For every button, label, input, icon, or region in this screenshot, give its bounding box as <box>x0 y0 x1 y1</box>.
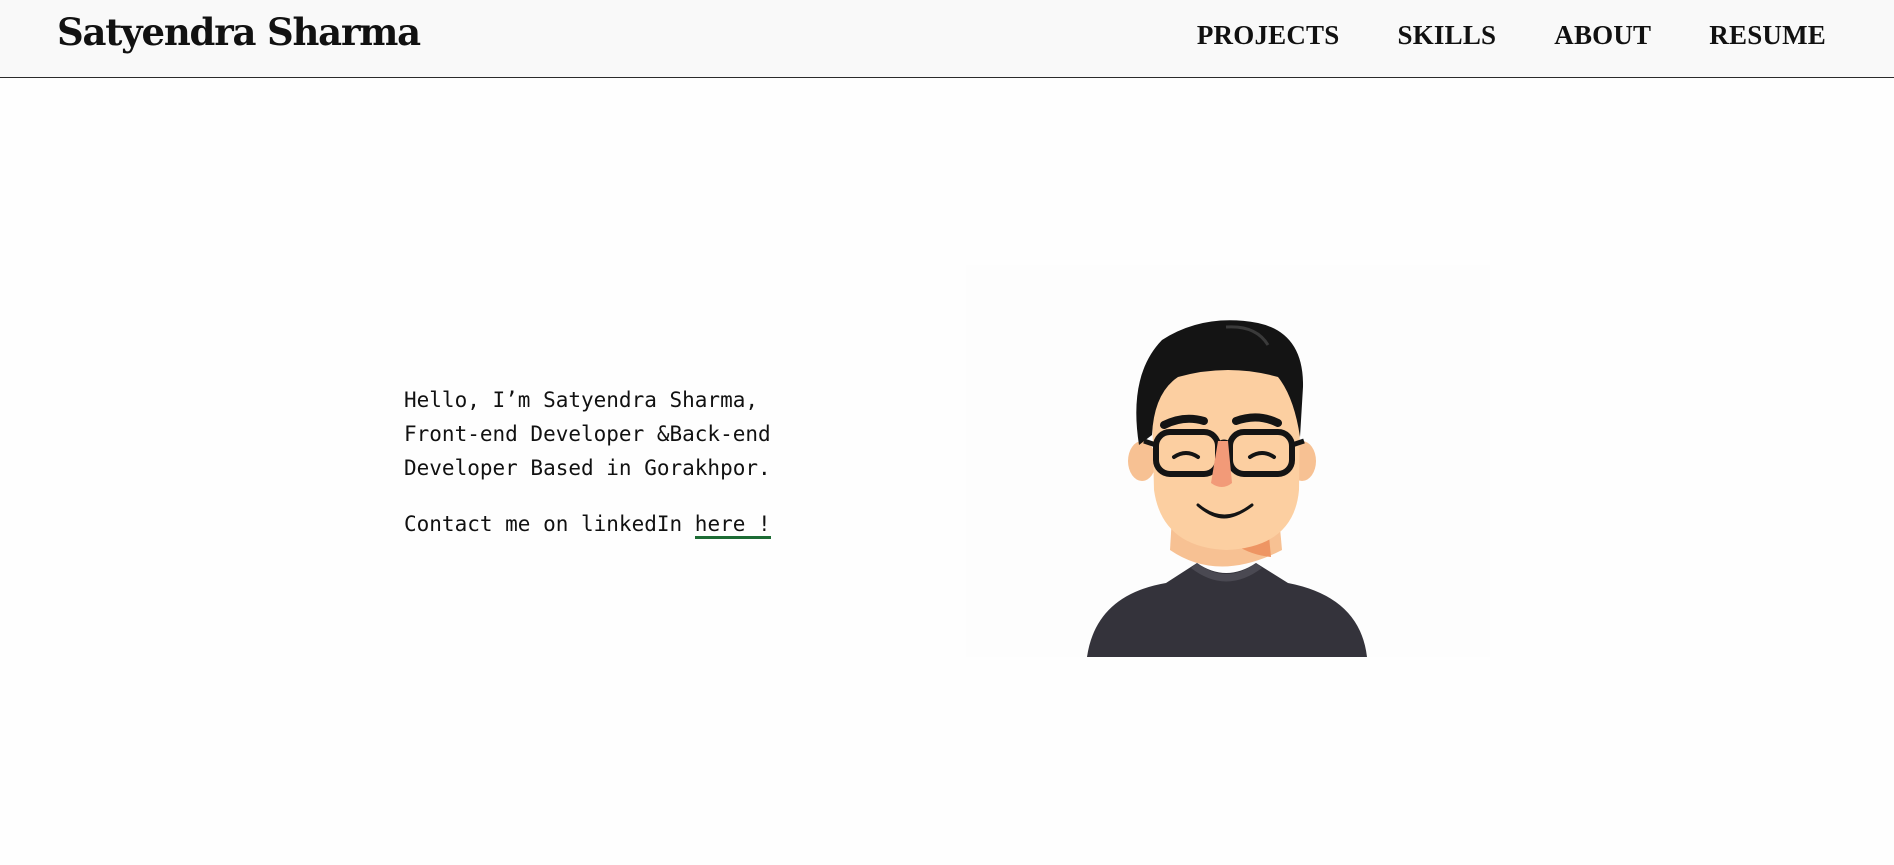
contact-prefix: Contact me on linkedIn <box>404 512 695 536</box>
intro-line: Front-end Developer &Back-end <box>404 422 771 446</box>
brand-name[interactable]: Satyendra Sharma <box>57 10 421 54</box>
nav-resume[interactable]: RESUME <box>1709 20 1826 51</box>
contact-text: Contact me on linkedIn here ! <box>404 507 824 541</box>
intro-line: Hello, I’m Satyendra Sharma, <box>404 388 759 412</box>
nav-skills[interactable]: SKILLS <box>1397 20 1496 51</box>
avatar-illustration <box>966 265 1490 657</box>
avatar-icon <box>1087 320 1367 657</box>
intro-line: Developer Based in Gorakhpor. <box>404 456 771 480</box>
nav-projects[interactable]: PROJECTS <box>1197 20 1340 51</box>
linkedin-link[interactable]: here ! <box>694 512 771 539</box>
main-nav: PROJECTS SKILLS ABOUT RESUME <box>1197 20 1826 51</box>
hero-intro: Hello, I’m Satyendra Sharma, Front-end D… <box>404 383 824 562</box>
intro-text: Hello, I’m Satyendra Sharma, Front-end D… <box>404 383 824 485</box>
site-header: Satyendra Sharma PROJECTS SKILLS ABOUT R… <box>0 0 1894 78</box>
nav-about[interactable]: ABOUT <box>1554 20 1651 51</box>
